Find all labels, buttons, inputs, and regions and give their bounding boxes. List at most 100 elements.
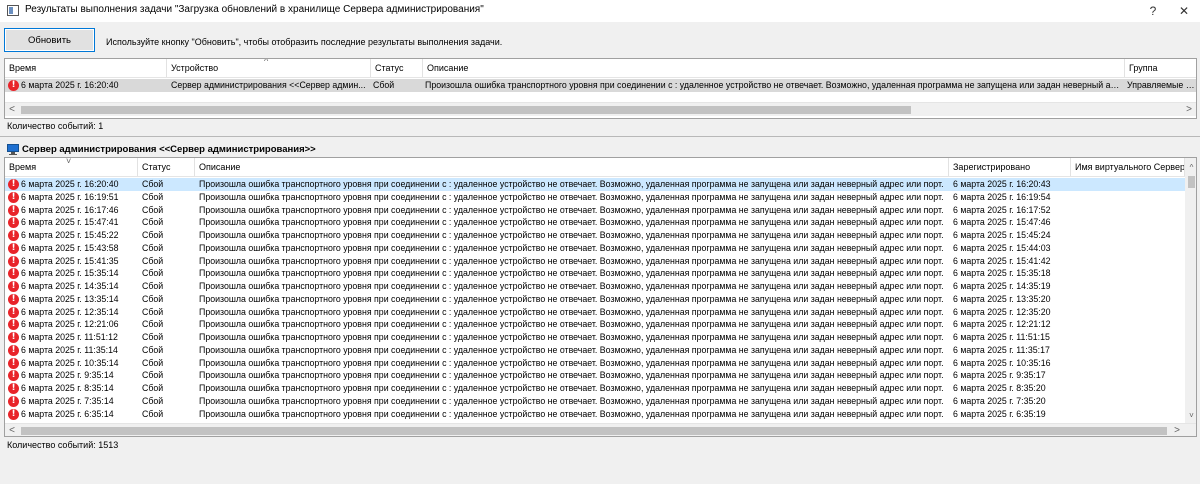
table-row[interactable]: ! 6 марта 2025 г. 8:35:14 Сбой Произошла ош… [5,382,1185,395]
table-row[interactable]: ! 6 марта 2025 г. 7:35:14 Сбой Произошла ош… [5,395,1185,408]
error-icon: ! [8,332,19,343]
column-header-status[interactable]: Статус [371,59,423,77]
error-icon: ! [8,395,19,407]
sort-indicator-icon: ˅ [66,157,72,166]
cell-time: 6 марта 2025 г. 16:20:40 [21,80,119,90]
cell-registered: 6 марта 2025 г. 15:44:03 [953,242,1051,253]
cell-status: Сбой [142,408,164,419]
cell-registered: 6 марта 2025 г. 16:17:52 [953,204,1051,215]
section-header: Сервер администрирования <<Сервер админи… [7,141,316,157]
table-row[interactable]: ! 6 марта 2025 г. 15:45:22 Сбой Произошла о… [5,229,1185,242]
cell-time: 6 марта 2025 г. 14:35:14 [21,281,119,291]
column-header-device[interactable]: Устройство [167,59,371,77]
column-header-description[interactable]: Описание [195,158,949,176]
scrollbar-thumb[interactable] [21,427,1167,435]
table-row[interactable]: ! 6 марта 2025 г. 13:35:14 Сбой Произошла о… [5,293,1185,306]
scroll-down-icon[interactable]: ˅ [1185,410,1196,422]
cell-registered: 6 марта 2025 г. 15:41:42 [953,255,1051,266]
cell-status: Сбой [142,230,164,240]
cell-description: Произошла ошибка транспортного уровня пр… [199,370,944,381]
table-row[interactable]: ! 6 марта 2025 г. 15:35:14 Сбой Произошла о… [5,267,1185,280]
refresh-button[interactable]: Обновить [4,28,95,52]
table-row[interactable]: ! 6 марта 2025 г. 16:20:40 Сбой Произошла о… [5,178,1185,191]
error-icon: ! [8,242,19,254]
cell-time: 6 марта 2025 г. 15:47:41 [21,217,119,228]
column-header-status[interactable]: Статус [138,158,195,176]
column-header-registered[interactable]: Зарегистрировано [949,158,1071,176]
cell-registered: 6 марта 2025 г. 12:21:12 [953,319,1051,330]
scroll-left-icon[interactable]: < [5,103,19,117]
help-button[interactable]: ? [1139,2,1167,20]
cell-time: 6 марта 2025 г. 16:17:46 [21,204,119,215]
scroll-right-icon[interactable]: > [1170,424,1184,436]
column-header-time[interactable]: Время [5,158,138,176]
header-divider [5,176,1196,177]
error-icon: ! [8,293,19,305]
error-icon: ! [8,370,19,382]
cell-status: Сбой [142,395,164,406]
table-row[interactable]: ! 6 марта 2025 г. 16:19:51 Сбой Произошла о… [5,191,1185,204]
cell-description: Произошла ошибка транспортного уровня пр… [199,179,944,189]
cell-registered: 6 марта 2025 г. 7:35:20 [953,395,1046,406]
cell-time: 6 марта 2025 г. 15:43:58 [21,242,119,253]
table-row[interactable]: ! 6 марта 2025 г. 11:51:12 Сбой Произошла о… [5,331,1185,344]
table-row[interactable]: ! 6 марта 2025 г. 16:20:40 Сервер админи… [5,79,1196,92]
refresh-hint: Используйте кнопку "Обновить", чтобы ото… [106,37,503,47]
error-icon: ! [8,383,19,394]
scrollbar-thumb[interactable] [21,106,911,114]
events-table: Время ˅ Статус Описание Зарегистрировано… [4,157,1197,437]
cell-status: Сбой [142,293,164,304]
error-icon: ! [8,80,19,91]
cell-time: 6 марта 2025 г. 11:35:14 [21,344,118,355]
vertical-scrollbar[interactable]: ^ ˅ [1185,158,1196,423]
cell-registered: 6 марта 2025 г. 12:35:20 [953,306,1051,317]
cell-description: Произошла ошибка транспортного уровня пр… [199,306,944,317]
splitter[interactable] [0,136,1200,137]
top-horizontal-scrollbar[interactable]: < > [5,102,1196,116]
table-row[interactable]: ! 6 марта 2025 г. 12:21:06 Сбой Произошла о… [5,318,1185,331]
close-button[interactable]: ✕ [1170,2,1198,20]
sort-indicator-icon: ^ [264,58,269,66]
cell-description: Произошла ошибка транспортного уровня пр… [199,217,944,228]
error-icon: ! [8,191,19,203]
table-row[interactable]: ! 6 марта 2025 г. 15:41:35 Сбой Произошла о… [5,255,1185,268]
table-row[interactable]: ! 6 марта 2025 г. 16:17:46 Сбой Произошла о… [5,204,1185,217]
table-row[interactable]: ! 6 марта 2025 г. 15:43:58 Сбой Произошла о… [5,242,1185,255]
table-row[interactable]: ! 6 марта 2025 г. 6:35:14 Сбой Произошла ош… [5,408,1185,421]
column-header-virtual-server[interactable]: Имя виртуального Сервера [1071,158,1185,176]
cell-registered: 6 марта 2025 г. 9:35:17 [953,370,1046,381]
table-row[interactable]: ! 6 марта 2025 г. 11:35:14 Сбой Произошла о… [5,344,1185,357]
table-row[interactable]: ! 6 марта 2025 г. 15:47:41 Сбой Произошла о… [5,216,1185,229]
table-row[interactable]: ! 6 марта 2025 г. 10:35:14 Сбой Произошла о… [5,357,1185,370]
error-icon: ! [8,217,19,229]
cell-status: Сбой [142,204,164,215]
cell-time: 6 марта 2025 г. 15:41:35 [21,255,119,266]
column-header-group[interactable]: Группа [1125,59,1196,77]
cell-status: Сбой [142,268,164,279]
error-icon: ! [8,357,19,369]
cell-status: Сбой [142,242,164,253]
scroll-left-icon[interactable]: < [5,424,19,436]
cell-time: 6 марта 2025 г. 7:35:14 [21,395,114,406]
cell-time: 6 марта 2025 г. 16:19:51 [21,191,119,202]
error-icon: ! [8,230,19,241]
table-row[interactable]: ! 6 марта 2025 г. 12:35:14 Сбой Произошла о… [5,306,1185,319]
scrollbar-thumb[interactable] [1188,176,1195,188]
error-icon: ! [8,319,19,331]
cell-time: 6 марта 2025 г. 6:35:14 [21,408,114,419]
column-header-description[interactable]: Описание [423,59,1125,77]
column-header-time[interactable]: Время [5,59,167,77]
section-title: Сервер администрирования <<Сервер админи… [22,143,316,155]
cell-time: 6 марта 2025 г. 16:20:40 [21,179,119,189]
header-divider [5,77,1196,78]
scroll-right-icon[interactable]: > [1182,103,1196,117]
scroll-up-icon[interactable]: ^ [1185,162,1196,174]
cell-description: Произошла ошибка транспортного уровня пр… [425,80,1121,90]
cell-registered: 6 марта 2025 г. 11:35:17 [953,344,1050,355]
cell-description: Произошла ошибка транспортного уровня пр… [199,332,944,342]
table-row[interactable]: ! 6 марта 2025 г. 9:35:14 Сбой Произошла ош… [5,369,1185,382]
cell-status: Сбой [373,80,395,90]
error-icon: ! [8,268,19,280]
table-row[interactable]: ! 6 марта 2025 г. 14:35:14 Сбой Произошла о… [5,280,1185,293]
bottom-horizontal-scrollbar[interactable]: < > [5,423,1196,436]
